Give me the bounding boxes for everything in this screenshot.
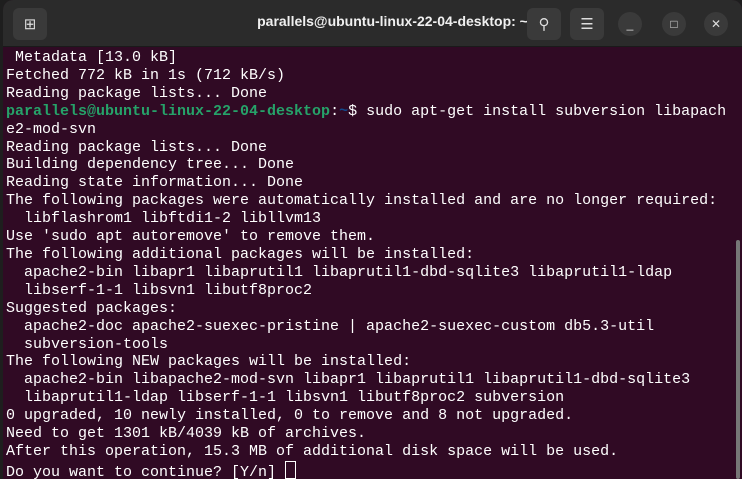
maximize-button[interactable]: □ — [662, 12, 686, 36]
output-line: 0 upgraded, 10 newly installed, 0 to rem… — [6, 407, 574, 425]
maximize-icon: □ — [670, 17, 678, 31]
output-line: Reading state information... Done — [6, 174, 304, 192]
hamburger-icon: ☰ — [580, 16, 594, 33]
output-line: libaprutil1-ldap libserf-1-1 libsvn1 lib… — [6, 389, 565, 407]
output-line: e2-mod-svn — [6, 120, 97, 138]
output-line: Reading package lists... Done — [6, 138, 268, 156]
minimize-button[interactable]: _ — [618, 12, 642, 36]
output-line: The following packages were automaticall… — [6, 192, 718, 210]
cursor — [285, 460, 297, 479]
output-line: libserf-1-1 libsvn1 libutf8proc2 — [6, 281, 313, 299]
menu-button[interactable]: ☰ — [570, 8, 604, 40]
scrollbar[interactable] — [736, 240, 740, 479]
terminal-output[interactable]: Metadata [13.0 kB] Fetched 772 kB in 1s (… — [6, 49, 726, 479]
output-line: Need to get 1301 kB/4039 kB of archives. — [6, 425, 367, 443]
output-line: The following NEW packages will be insta… — [6, 353, 412, 371]
output-line: The following additional packages will b… — [6, 245, 475, 263]
command-text: sudo apt-get install subversion libapach — [357, 102, 727, 120]
prompt-path: ~ — [339, 102, 349, 120]
output-line: apache2-bin libapache2-mod-svn libapr1 l… — [6, 371, 691, 389]
minimize-icon: _ — [626, 17, 634, 31]
prompt-line: parallels@ubuntu-linux-22-04-desktop:~$ … — [6, 102, 727, 120]
continue-prompt: Do you want to continue? [Y/n] — [6, 460, 726, 479]
output-line: Fetched 772 kB in 1s (712 kB/s) — [6, 66, 286, 84]
output-line: apache2-doc apache2-suexec-pristine | ap… — [6, 317, 655, 335]
output-line: apache2-bin libapr1 libaprutil1 libaprut… — [6, 263, 673, 281]
output-line: Use 'sudo apt autoremove' to remove them… — [6, 228, 376, 246]
output-line: Metadata [13.0 kB] — [15, 49, 178, 66]
output-line: Suggested packages: — [6, 299, 178, 317]
output-line: subversion-tools — [6, 335, 169, 353]
output-line: libflashrom1 libftdi1-2 libllvm13 — [6, 210, 322, 228]
output-line: After this operation, 15.3 MB of additio… — [6, 442, 619, 460]
search-icon: ⚲ — [538, 16, 550, 33]
close-button[interactable]: ✕ — [704, 12, 728, 36]
continue-prompt-text: Do you want to continue? [Y/n] — [6, 463, 286, 479]
prompt-symbol: $ — [348, 102, 358, 120]
terminal-window: ⊞ parallels@ubuntu-linux-22-04-desktop: … — [3, 0, 742, 479]
search-button[interactable]: ⚲ — [527, 8, 561, 40]
prompt-user-host: parallels@ubuntu-linux-22-04-desktop — [6, 102, 331, 120]
close-icon: ✕ — [710, 17, 722, 31]
output-line: Building dependency tree... Done — [6, 156, 295, 174]
output-line: Reading package lists... Done — [6, 84, 268, 102]
header-bar: ⊞ parallels@ubuntu-linux-22-04-desktop: … — [3, 0, 742, 47]
